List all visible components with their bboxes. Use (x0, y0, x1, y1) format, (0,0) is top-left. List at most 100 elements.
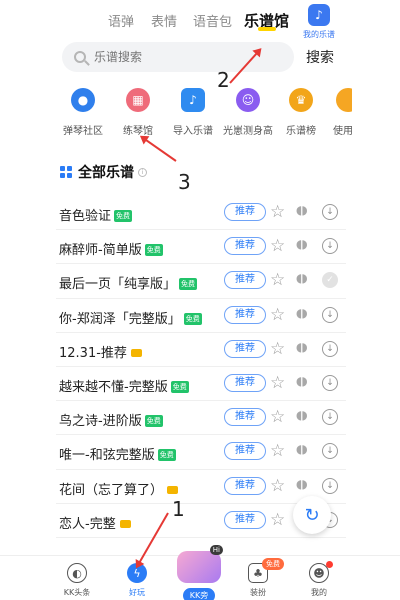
list-item[interactable]: 唯一-和弦完整版 免费 推荐 ☆ ◖◗ ↓ (56, 435, 346, 470)
category-label: 导入乐谱 (173, 126, 213, 137)
listen-icon[interactable]: ◖◗ (296, 477, 308, 491)
star-icon[interactable]: ☆ (270, 373, 285, 393)
recommend-button[interactable]: 推荐 (224, 510, 266, 529)
search-button[interactable]: 搜索 (306, 47, 334, 67)
listen-icon[interactable]: ◖◗ (296, 340, 308, 354)
nav-label: 我的 (311, 588, 327, 597)
download-icon[interactable]: ↓ (322, 443, 338, 460)
nav-me[interactable]: ☻ 我的 (294, 563, 344, 598)
recommend-button[interactable]: 推荐 (224, 476, 266, 495)
song-list: 音色验证 免费 推荐 ☆ ◖◗ ↓ 麻醉师-简单版 免费 推荐 ☆ ◖◗ ↓ 最后一… (56, 196, 346, 538)
song-title: 你-郑润泽「完整版」 免费 (59, 311, 202, 327)
annotation-number: 1 (172, 497, 185, 521)
song-title: 恋人-完整 (59, 513, 131, 532)
star-icon[interactable]: ☆ (270, 407, 285, 427)
tab-voice-pack[interactable]: 语音包 (193, 11, 232, 30)
partial-icon (336, 88, 352, 112)
listen-icon[interactable]: ◖◗ (296, 237, 308, 251)
top-tab-bar: 语弹 表情 语音包 乐谱馆 ♪ 我的乐谱 (0, 0, 400, 40)
star-icon[interactable]: ☆ (270, 510, 285, 530)
list-item[interactable]: 12.31-推荐 推荐 ☆ ◖◗ ↓ (56, 333, 346, 367)
list-item[interactable]: 你-郑润泽「完整版」 免费 推荐 ☆ ◖◗ ↓ (56, 299, 346, 333)
search-icon (74, 51, 86, 63)
nav-label: 好玩 (129, 588, 145, 597)
category-piano-community[interactable]: ● 弹琴社区 (53, 88, 113, 137)
annotation-number: 2 (217, 68, 230, 92)
star-icon[interactable]: ☆ (270, 202, 285, 222)
refresh-icon: ↻ (304, 504, 320, 526)
star-icon[interactable]: ☆ (270, 236, 285, 256)
nav-kk-headlines[interactable]: ◐ KK头条 (52, 563, 102, 598)
listen-icon[interactable]: ◖◗ (296, 374, 308, 388)
free-badge: 免费 (183, 312, 202, 325)
music-note-icon: ♪ (181, 88, 205, 112)
hi-badge: Hi (209, 545, 223, 555)
info-icon[interactable]: i (138, 167, 147, 177)
list-item[interactable]: 最后一页「纯享版」 免费 推荐 ☆ ◖◗ ✓ (56, 264, 346, 299)
free-tag: 免费 (262, 558, 284, 570)
recommend-button[interactable]: 推荐 (224, 271, 266, 290)
vip-badge (119, 519, 131, 528)
recommend-button[interactable]: 推荐 (224, 442, 266, 461)
category-row: ● 弹琴社区 ▦ 练琴馆 ♪ 导入乐谱 ☺ 光崽测身高 ♛ 乐谱榜 使用 (0, 88, 400, 138)
download-icon[interactable]: ↓ (322, 409, 338, 426)
nav-kk-companion[interactable]: Hi KK旁 (176, 545, 223, 600)
my-scores-label: 我的乐谱 (303, 30, 335, 39)
category-label: 光崽测身高 (223, 126, 273, 137)
recommend-button[interactable]: 推荐 (224, 339, 266, 358)
nav-label: KK头条 (63, 588, 91, 597)
category-label: 使用 (333, 126, 352, 137)
download-icon[interactable]: ↓ (322, 374, 338, 391)
listen-icon[interactable]: ◖◗ (296, 408, 308, 422)
list-item[interactable]: 麻醉师-简单版 免费 推荐 ☆ ◖◗ ↓ (56, 230, 346, 265)
listen-icon[interactable]: ◖◗ (296, 271, 308, 285)
trophy-icon: ♛ (289, 88, 313, 112)
star-icon[interactable]: ☆ (270, 270, 285, 290)
annotation-number: 3 (178, 170, 191, 194)
download-icon[interactable]: ↓ (322, 340, 338, 357)
category-measure-height[interactable]: ☺ 光崽测身高 (218, 88, 278, 137)
star-icon[interactable]: ☆ (270, 476, 285, 496)
annotation-arrow-3 (141, 136, 177, 162)
tab-yudan[interactable]: 语弹 (108, 11, 134, 30)
listen-icon[interactable]: ◖◗ (296, 306, 308, 320)
person-icon: ☺ (236, 88, 260, 112)
notification-dot (326, 561, 333, 568)
recommend-button[interactable]: 推荐 (224, 203, 266, 221)
star-icon[interactable]: ☆ (270, 441, 285, 461)
nav-label: 装扮 (250, 588, 266, 597)
tab-emoji[interactable]: 表情 (151, 11, 177, 30)
free-badge: 免费 (170, 380, 189, 393)
category-import-score[interactable]: ♪ 导入乐谱 (163, 88, 223, 137)
listen-icon[interactable]: ◖◗ (296, 203, 308, 217)
recommend-button[interactable]: 推荐 (224, 237, 266, 256)
star-icon[interactable]: ☆ (270, 339, 285, 359)
refresh-button[interactable]: ↻ (293, 496, 331, 534)
star-icon[interactable]: ☆ (270, 305, 285, 325)
recommend-button[interactable]: 推荐 (224, 305, 266, 324)
listen-icon[interactable]: ◖◗ (296, 442, 308, 456)
vip-badge (130, 348, 142, 357)
avatar: Hi (177, 545, 223, 583)
song-title: 音色验证 免费 (59, 209, 133, 224)
planet-icon: ◐ (67, 563, 87, 583)
list-item[interactable]: 越来越不懂-完整版 免费 推荐 ☆ ◖◗ ↓ (56, 367, 346, 402)
free-badge: 免费 (114, 210, 133, 222)
piano-icon: ▦ (126, 88, 150, 112)
free-badge: 免费 (144, 415, 163, 428)
free-badge: 免费 (179, 278, 198, 291)
category-practice-hall[interactable]: ▦ 练琴馆 (108, 88, 168, 137)
download-icon[interactable]: ↓ (322, 204, 338, 220)
list-item[interactable]: 音色验证 免费 推荐 ☆ ◖◗ ↓ (56, 196, 346, 231)
recommend-button[interactable]: 推荐 (224, 373, 266, 392)
download-icon[interactable]: ↓ (322, 306, 338, 323)
music-note-icon: ♪ (308, 4, 330, 26)
list-item[interactable]: 鸟之诗-进阶版 免费 推荐 ☆ ◖◗ ↓ (56, 401, 346, 436)
section-title: 全部乐谱 (78, 165, 134, 181)
recommend-button[interactable]: 推荐 (224, 408, 266, 427)
download-icon[interactable]: ↓ (322, 238, 338, 255)
search-input[interactable] (94, 50, 264, 64)
download-icon[interactable]: ↓ (322, 477, 338, 494)
category-partial[interactable]: 使用 (322, 88, 352, 137)
my-scores-button[interactable]: ♪ 我的乐谱 (298, 4, 340, 40)
